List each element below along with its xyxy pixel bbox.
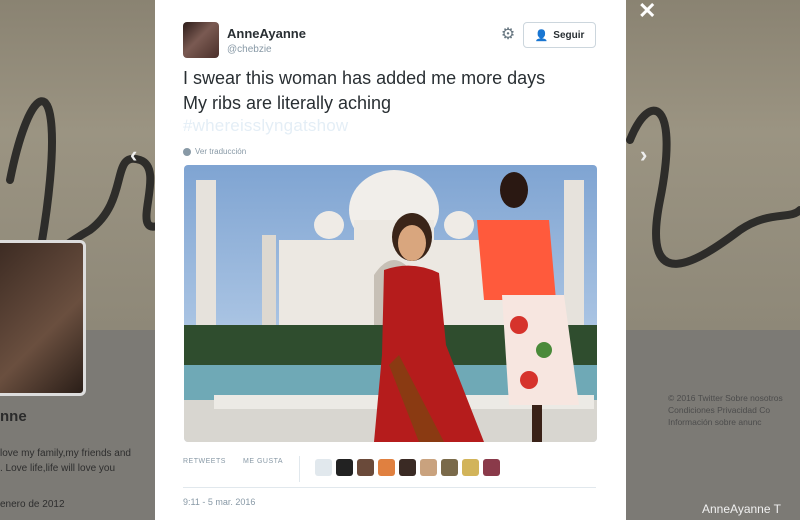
translate-label: Ver traducción xyxy=(195,147,247,156)
author-avatar[interactable] xyxy=(183,22,219,58)
author-handle[interactable]: @chebzie xyxy=(227,44,272,55)
liker-avatar[interactable] xyxy=(378,459,395,476)
liker-avatar[interactable] xyxy=(483,459,500,476)
tweet-modal: AnneAyanne @chebzie ⚙ 👤 Seguir I swear t… xyxy=(155,0,626,520)
follow-button[interactable]: 👤 Seguir xyxy=(523,22,596,48)
author-name[interactable]: AnneAyanne xyxy=(227,26,306,41)
separator xyxy=(183,487,596,488)
profile-bio: love my family,my friends and . Love lif… xyxy=(0,448,131,474)
liker-avatar[interactable] xyxy=(462,459,479,476)
tweet-photo[interactable] xyxy=(184,165,597,442)
globe-icon xyxy=(183,147,191,156)
likers-avatars xyxy=(315,459,500,476)
watermark-text: AnneAyanne T xyxy=(702,502,781,516)
stats-divider xyxy=(299,456,300,482)
tweet-hashtag[interactable]: #whereisslyngatshow xyxy=(183,116,348,136)
liker-avatar[interactable] xyxy=(315,459,332,476)
follow-label: Seguir xyxy=(553,29,585,41)
previous-tweet-arrow-icon[interactable]: ‹ xyxy=(130,142,137,168)
tweet-text-line-2: My ribs are literally aching xyxy=(183,93,392,113)
profile-name: nne xyxy=(0,408,27,425)
liker-avatar[interactable] xyxy=(420,459,437,476)
footer-links[interactable]: © 2016 Twitter Sobre nosotros Condicione… xyxy=(668,392,800,428)
gear-icon[interactable]: ⚙ xyxy=(499,26,517,44)
liker-avatar[interactable] xyxy=(357,459,374,476)
profile-avatar xyxy=(0,240,86,396)
tweet-text-line-1: I swear this woman has added me more day… xyxy=(183,68,546,88)
profile-joined-date: enero de 2012 xyxy=(0,499,65,510)
add-user-icon: 👤 xyxy=(534,29,549,42)
translate-link[interactable]: Ver traducción xyxy=(183,147,246,156)
liker-avatar[interactable] xyxy=(441,459,458,476)
liker-avatar[interactable] xyxy=(399,459,416,476)
likes-label: ME GUSTA xyxy=(243,458,284,465)
tweet-timestamp[interactable]: 9:11 - 5 mar. 2016 xyxy=(183,497,255,507)
retweets-label: RETWEETS xyxy=(183,458,226,465)
liker-avatar[interactable] xyxy=(336,459,353,476)
close-icon[interactable]: ✕ xyxy=(638,0,656,24)
next-tweet-arrow-icon[interactable]: › xyxy=(640,142,647,168)
tweet-text: I swear this woman has added me more day… xyxy=(183,66,603,116)
taj-mahal-photo-illustration xyxy=(184,170,597,442)
